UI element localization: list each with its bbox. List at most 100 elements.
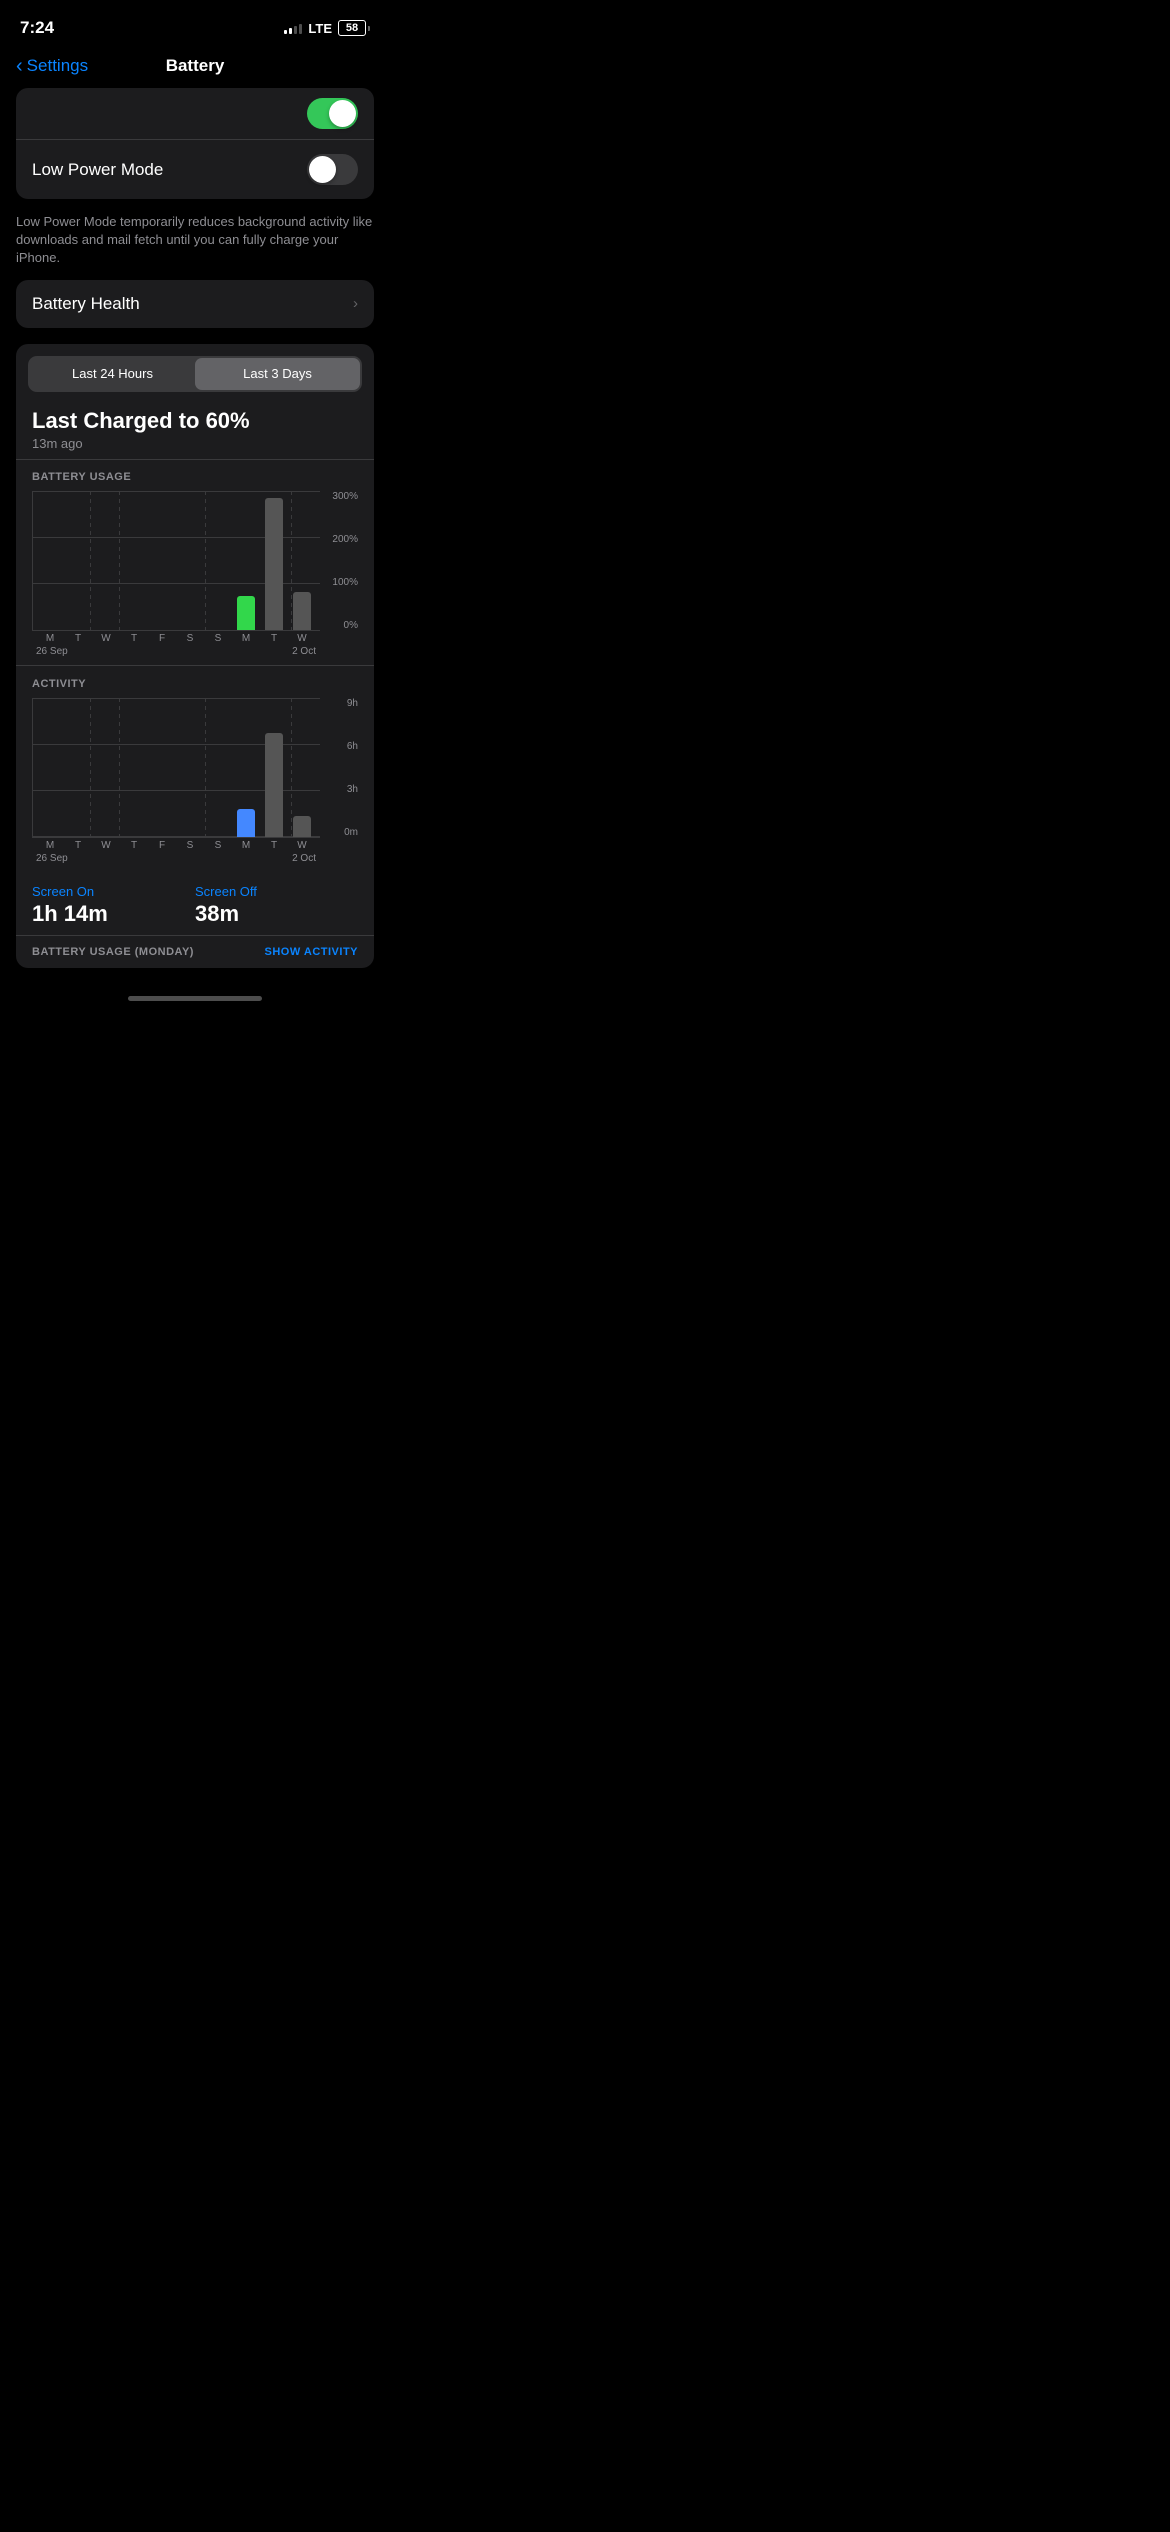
act-bar-col-4	[151, 698, 175, 837]
x-label-0: M	[38, 633, 62, 644]
back-button[interactable]: ‹ Settings	[16, 56, 88, 76]
activity-y-labels: 9h 6h 3h 0m	[320, 698, 358, 838]
act-bar-col-1	[67, 698, 91, 837]
bar-col-0	[39, 491, 63, 630]
bar-8	[265, 498, 283, 630]
act-bar-col-5	[178, 698, 202, 837]
y-label-200: 200%	[332, 534, 358, 545]
bar-7	[237, 596, 255, 631]
x-label-8: T	[262, 633, 286, 644]
low-power-mode-toggle[interactable]	[307, 154, 358, 185]
date-label-end: 2 Oct	[292, 646, 316, 657]
low-power-mode-row[interactable]: Low Power Mode	[16, 140, 374, 199]
act-x-4: F	[150, 840, 174, 851]
y-label-300: 300%	[332, 491, 358, 502]
act-bar-col-9	[290, 698, 314, 837]
battery-health-row[interactable]: Battery Health ›	[16, 280, 374, 328]
segment-control: Last 24 Hours Last 3 Days	[28, 356, 362, 392]
status-time: 7:24	[20, 18, 54, 38]
x-label-2: W	[94, 633, 118, 644]
back-label: Settings	[27, 56, 88, 76]
status-bar: 7:24 LTE 58	[0, 0, 390, 48]
battery-y-labels: 300% 200% 100% 0%	[320, 491, 358, 631]
act-bar-8	[265, 733, 283, 837]
bar-col-7	[234, 491, 258, 630]
bar-col-5	[178, 491, 202, 630]
act-x-1: T	[66, 840, 90, 851]
act-x-2: W	[94, 840, 118, 851]
segment-3days[interactable]: Last 3 Days	[195, 358, 360, 390]
act-bar-col-2	[95, 698, 119, 837]
activity-bars	[33, 698, 320, 837]
segment-24h[interactable]: Last 24 Hours	[30, 358, 195, 390]
bar-9	[293, 592, 311, 631]
home-indicator	[0, 988, 390, 1005]
act-x-6: S	[206, 840, 230, 851]
last-charged-subtitle: 13m ago	[32, 436, 358, 451]
battery-indicator: 58	[338, 20, 370, 36]
act-bar-col-7	[234, 698, 258, 837]
battery-usage-bars-area	[32, 491, 320, 631]
battery-health-card[interactable]: Battery Health ›	[16, 280, 374, 328]
act-x-7: M	[234, 840, 258, 851]
battery-usage-section: BATTERY USAGE	[16, 459, 374, 665]
act-y-9h: 9h	[347, 698, 358, 709]
x-label-4: F	[150, 633, 174, 644]
show-activity-button[interactable]: SHOW ACTIVITY	[265, 946, 358, 958]
x-label-9: W	[290, 633, 314, 644]
back-chevron-icon: ‹	[16, 56, 23, 76]
bar-col-6	[206, 491, 230, 630]
screen-off-label: Screen Off	[195, 884, 358, 899]
home-bar	[128, 996, 262, 1001]
activity-bars-area	[32, 698, 320, 838]
content: Low Power Mode Low Power Mode temporaril…	[0, 88, 390, 988]
x-label-3: T	[122, 633, 146, 644]
y-label-0: 0%	[344, 620, 358, 631]
act-y-3h: 3h	[347, 784, 358, 795]
bottom-bar: BATTERY USAGE (MONDAY) SHOW ACTIVITY	[16, 935, 374, 968]
battery-x-labels: M T W T F S S M T W	[32, 631, 320, 644]
act-bar-col-8	[262, 698, 286, 837]
activity-section: ACTIVITY	[16, 666, 374, 872]
screen-on-label: Screen On	[32, 884, 195, 899]
low-power-mode-description: Low Power Mode temporarily reduces backg…	[0, 205, 390, 280]
top-toggle[interactable]	[307, 98, 358, 129]
act-bar-col-3	[123, 698, 147, 837]
bar-col-2	[95, 491, 119, 630]
low-power-mode-knob	[309, 156, 336, 183]
battery-date-labels: 26 Sep 2 Oct	[32, 646, 320, 657]
top-toggle-knob	[329, 100, 356, 127]
bar-col-9	[290, 491, 314, 630]
act-date-start: 26 Sep	[36, 853, 68, 864]
activity-chart-area	[32, 698, 320, 838]
act-y-0m: 0m	[344, 827, 358, 838]
act-x-3: T	[122, 840, 146, 851]
battery-tip	[368, 26, 370, 31]
act-bar-7	[237, 809, 255, 837]
activity-chart: M T W T F S S M T W 26 Sep 2 Oct	[32, 698, 320, 864]
act-bar-col-0	[39, 698, 63, 837]
battery-usage-label: BATTERY USAGE	[32, 471, 358, 483]
battery-usage-chart: M T W T F S S M T W 26 Sep 2 Oct	[32, 491, 320, 657]
x-label-5: S	[178, 633, 202, 644]
low-power-mode-label: Low Power Mode	[32, 160, 163, 180]
activity-label: ACTIVITY	[32, 678, 358, 690]
x-label-1: T	[66, 633, 90, 644]
act-x-8: T	[262, 840, 286, 851]
act-y-6h: 6h	[347, 741, 358, 752]
date-label-start: 26 Sep	[36, 646, 68, 657]
activity-x-labels: M T W T F S S M T W	[32, 838, 320, 851]
last-charged-title: Last Charged to 60%	[32, 408, 358, 434]
act-bar-9	[293, 816, 311, 837]
activity-date-labels: 26 Sep 2 Oct	[32, 853, 320, 864]
screen-on-stat: Screen On 1h 14m	[32, 884, 195, 927]
signal-bar-2	[289, 28, 292, 34]
screen-stats: Screen On 1h 14m Screen Off 38m	[16, 872, 374, 927]
nav-header: ‹ Settings Battery	[0, 48, 390, 88]
battery-health-chevron-icon: ›	[353, 295, 358, 312]
act-x-0: M	[38, 840, 62, 851]
signal-bar-1	[284, 30, 287, 34]
top-toggle-card: Low Power Mode	[16, 88, 374, 199]
bar-col-3	[123, 491, 147, 630]
battery-health-label: Battery Health	[32, 294, 140, 314]
